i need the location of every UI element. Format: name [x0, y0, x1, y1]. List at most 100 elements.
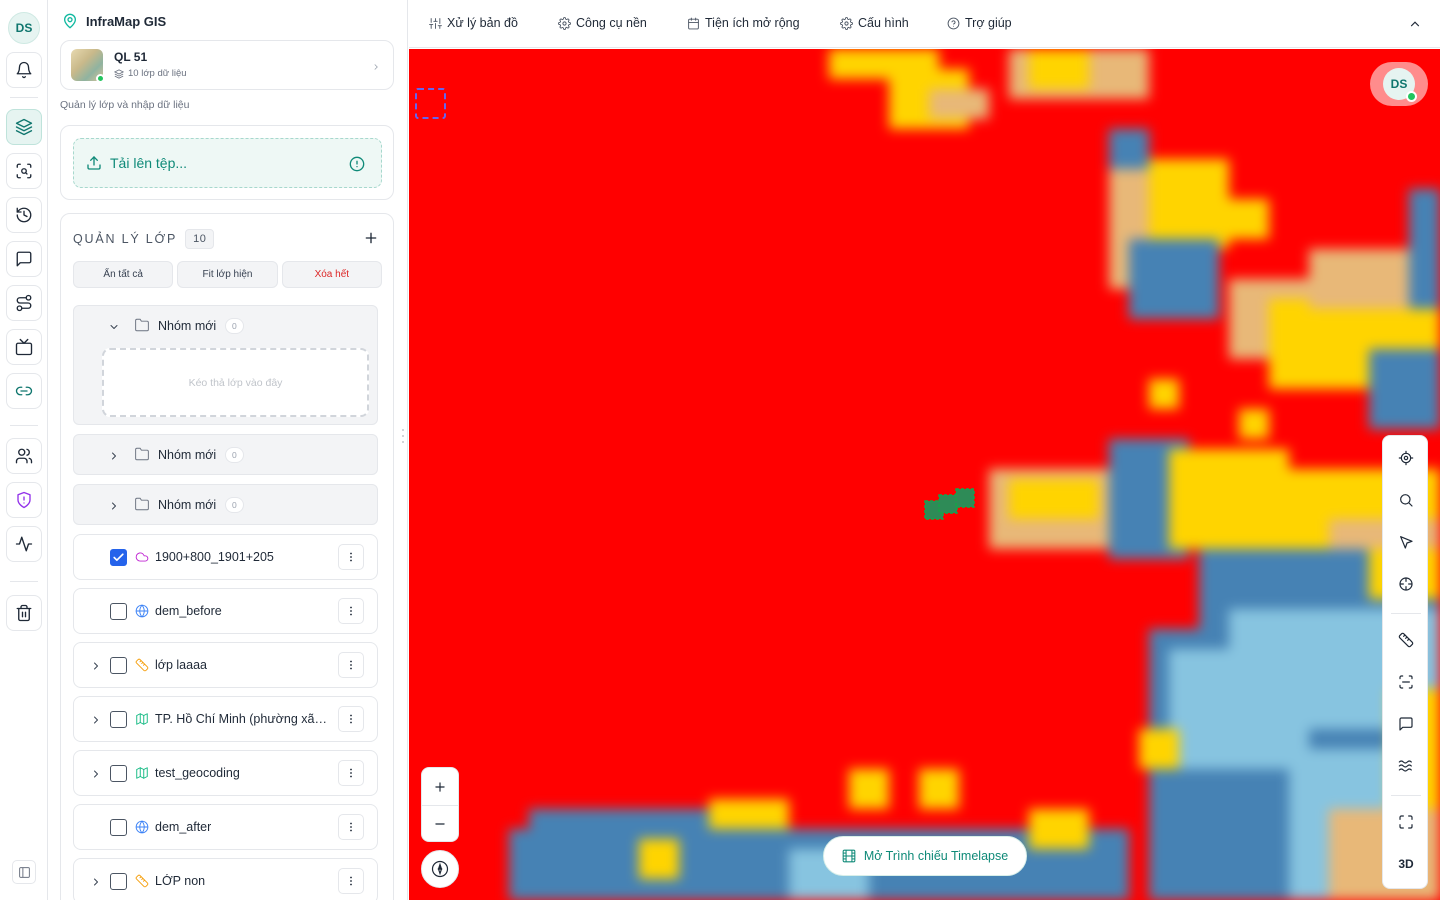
- group-header[interactable]: Nhóm mới 0: [74, 435, 377, 475]
- chevron-right-icon[interactable]: [108, 449, 120, 461]
- layer-item[interactable]: dem_before: [73, 588, 378, 634]
- compass-button[interactable]: [421, 850, 459, 888]
- workflow-button[interactable]: [6, 285, 42, 321]
- layer-item[interactable]: dem_after: [73, 804, 378, 850]
- upload-card: Tải lên tệp...: [60, 125, 394, 200]
- scan-search-button[interactable]: [6, 153, 42, 189]
- layer-menu-button[interactable]: [338, 760, 364, 786]
- fit-visible-button[interactable]: Fit lớp hiện: [177, 261, 278, 288]
- share-link-button[interactable]: [6, 373, 42, 409]
- upload-label: Tải lên tệp...: [110, 155, 188, 171]
- menu-extensions[interactable]: Tiện ích mở rộng: [687, 16, 800, 30]
- more-vertical-icon: [350, 552, 352, 562]
- layer-visibility-checkbox[interactable]: [110, 603, 127, 620]
- chevron-right-icon[interactable]: [90, 767, 102, 779]
- chevron-down-icon[interactable]: [108, 320, 120, 332]
- group-dropzone[interactable]: Kéo thả lớp vào đây: [102, 348, 369, 417]
- group-header[interactable]: Nhóm mới 0: [74, 485, 377, 525]
- layers-button[interactable]: [6, 109, 42, 145]
- history-button[interactable]: [6, 197, 42, 233]
- layers-panel: InfraMap GIS QL 51 10 lớp dữ liệu Quản l…: [48, 0, 408, 900]
- crosshair-button[interactable]: [1392, 570, 1420, 598]
- layer-menu-button[interactable]: [338, 868, 364, 894]
- select-tool-button[interactable]: [1392, 528, 1420, 556]
- comments-button[interactable]: [6, 241, 42, 277]
- layer-item[interactable]: TP. Hồ Chí Minh (phường xã) -...: [73, 696, 378, 742]
- trash-icon: [16, 604, 32, 622]
- toggle-3d-button[interactable]: 3D: [1392, 850, 1420, 878]
- brand: InfraMap GIS: [62, 13, 166, 29]
- layer-item[interactable]: LỚP non: [73, 858, 378, 900]
- layer-name: lớp laaaa: [155, 658, 207, 672]
- chevron-right-icon[interactable]: [90, 875, 102, 887]
- more-vertical-icon: [350, 822, 352, 832]
- user-menu-button[interactable]: DS: [1370, 62, 1428, 106]
- plus-icon: [365, 232, 377, 244]
- vector-feature[interactable]: [923, 487, 977, 521]
- layer-name: TP. Hồ Chí Minh (phường xã) -...: [155, 712, 330, 726]
- zoom-in-button[interactable]: [422, 768, 458, 805]
- layer-visibility-checkbox[interactable]: [110, 819, 127, 836]
- fullscreen-button[interactable]: [1392, 808, 1420, 836]
- group-header[interactable]: Nhóm mới 0: [74, 306, 377, 346]
- annotate-button[interactable]: [1392, 710, 1420, 738]
- layer-visibility-checkbox[interactable]: [110, 711, 127, 728]
- user-avatar[interactable]: DS: [8, 12, 40, 44]
- chevron-right-icon[interactable]: [108, 499, 120, 511]
- collapse-menubar-button[interactable]: [1408, 17, 1422, 31]
- security-button[interactable]: [6, 482, 42, 518]
- menu-base-tools[interactable]: Công cụ nền: [558, 16, 647, 30]
- collapse-sidebar-button[interactable]: [12, 860, 36, 884]
- trash-button[interactable]: [6, 595, 42, 631]
- search-button[interactable]: [1392, 486, 1420, 514]
- map-canvas[interactable]: DS Mở Trình chiếu Timelapse 3D: [409, 49, 1440, 900]
- rail-divider: [10, 425, 38, 426]
- zoom-out-button[interactable]: [422, 805, 458, 842]
- hide-all-button[interactable]: Ẩn tất cả: [73, 261, 174, 288]
- users-button[interactable]: [6, 438, 42, 474]
- contour-button[interactable]: [1392, 752, 1420, 780]
- scan-icon: [1399, 675, 1413, 689]
- menu-config[interactable]: Cấu hình: [840, 16, 909, 30]
- layer-item[interactable]: test_geocoding: [73, 750, 378, 796]
- user-avatar: DS: [1383, 68, 1417, 102]
- locate-button[interactable]: [1392, 444, 1420, 472]
- more-vertical-icon: [350, 714, 352, 724]
- layer-visibility-checkbox[interactable]: [110, 765, 127, 782]
- layer-menu-button[interactable]: [338, 598, 364, 624]
- project-selector[interactable]: QL 51 10 lớp dữ liệu: [60, 40, 394, 90]
- layer-visibility-checkbox[interactable]: [110, 549, 127, 566]
- layer-menu-button[interactable]: [338, 706, 364, 732]
- menu-label: Tiện ích mở rộng: [705, 16, 800, 30]
- add-layer-button[interactable]: [363, 230, 379, 246]
- measure-button[interactable]: [1392, 626, 1420, 654]
- layer-visibility-checkbox[interactable]: [110, 873, 127, 890]
- delete-all-button[interactable]: Xóa hết: [281, 261, 382, 288]
- status-dot: [96, 74, 105, 83]
- layer-menu-button[interactable]: [338, 652, 364, 678]
- chevron-right-icon[interactable]: [90, 713, 102, 725]
- menu-help[interactable]: Trợ giúp: [947, 16, 1012, 30]
- notifications-button[interactable]: [6, 52, 42, 88]
- brand-name: InfraMap GIS: [86, 13, 167, 29]
- layer-name: dem_before: [155, 604, 222, 618]
- layer-visibility-checkbox[interactable]: [110, 657, 127, 674]
- upload-file-button[interactable]: Tải lên tệp...: [73, 138, 382, 188]
- rail-divider: [10, 97, 38, 98]
- route-icon: [16, 294, 32, 312]
- layer-menu-button[interactable]: [338, 814, 364, 840]
- info-icon[interactable]: [349, 156, 365, 172]
- layers-icon: [114, 68, 124, 79]
- activity-button[interactable]: [6, 526, 42, 562]
- gear-icon: [558, 16, 571, 30]
- menu-map-processing[interactable]: Xử lý bản đồ: [429, 16, 518, 30]
- panel-resize-handle[interactable]: [401, 425, 405, 475]
- chevron-right-icon[interactable]: [90, 659, 102, 671]
- project-thumbnail: [71, 49, 105, 83]
- area-select-button[interactable]: [1392, 668, 1420, 696]
- layer-menu-button[interactable]: [338, 544, 364, 570]
- timelapse-button[interactable]: Mở Trình chiếu Timelapse: [823, 836, 1027, 876]
- layer-item[interactable]: lớp laaaa: [73, 642, 378, 688]
- presentation-button[interactable]: [6, 329, 42, 365]
- layer-item[interactable]: 1900+800_1901+205: [73, 534, 378, 580]
